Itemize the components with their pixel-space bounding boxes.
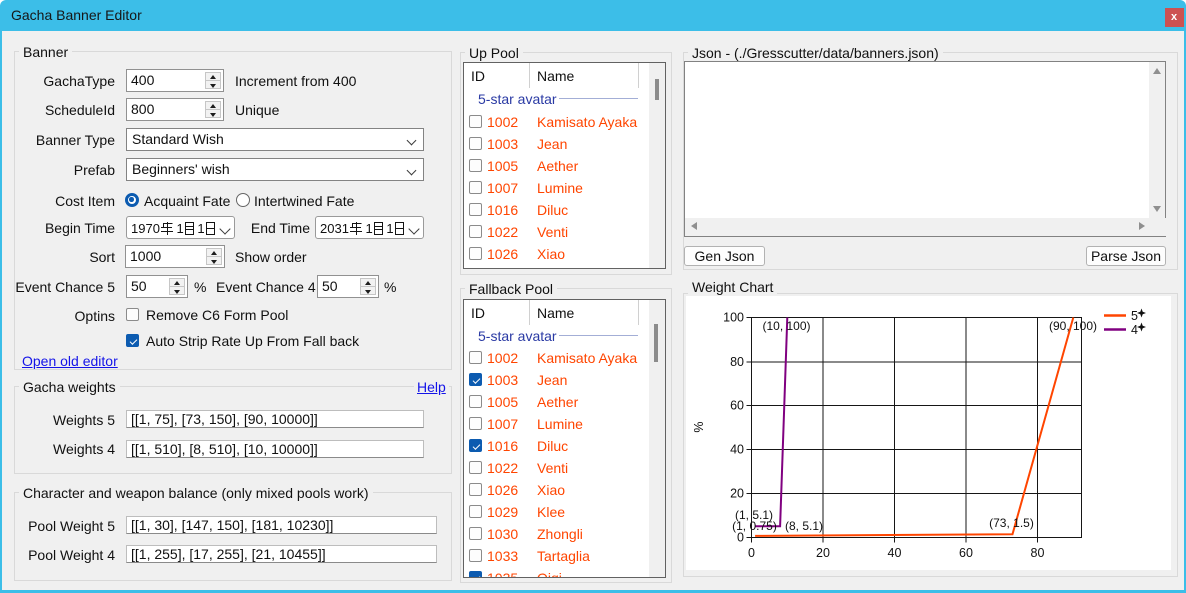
svg-text:60: 60 [730, 399, 744, 413]
svg-text:80: 80 [730, 355, 744, 369]
svg-text:100: 100 [723, 311, 744, 325]
svg-text:(10, 100): (10, 100) [762, 319, 810, 333]
svg-text:%: % [692, 421, 706, 432]
svg-text:60: 60 [959, 546, 973, 560]
svg-text:40: 40 [730, 443, 744, 457]
svg-text:(1, 0.75): (1, 0.75) [732, 519, 777, 533]
svg-text:80: 80 [1031, 546, 1045, 560]
svg-text:20: 20 [816, 546, 830, 560]
svg-text:(8, 5.1): (8, 5.1) [785, 519, 823, 533]
svg-text:20: 20 [730, 487, 744, 501]
svg-text:0: 0 [748, 546, 755, 560]
svg-text:40: 40 [888, 546, 902, 560]
svg-text:5: 5 [1131, 309, 1138, 323]
svg-text:(73, 1.5): (73, 1.5) [989, 516, 1034, 530]
svg-text:4: 4 [1131, 323, 1138, 337]
svg-text:(90, 100): (90, 100) [1049, 319, 1097, 333]
